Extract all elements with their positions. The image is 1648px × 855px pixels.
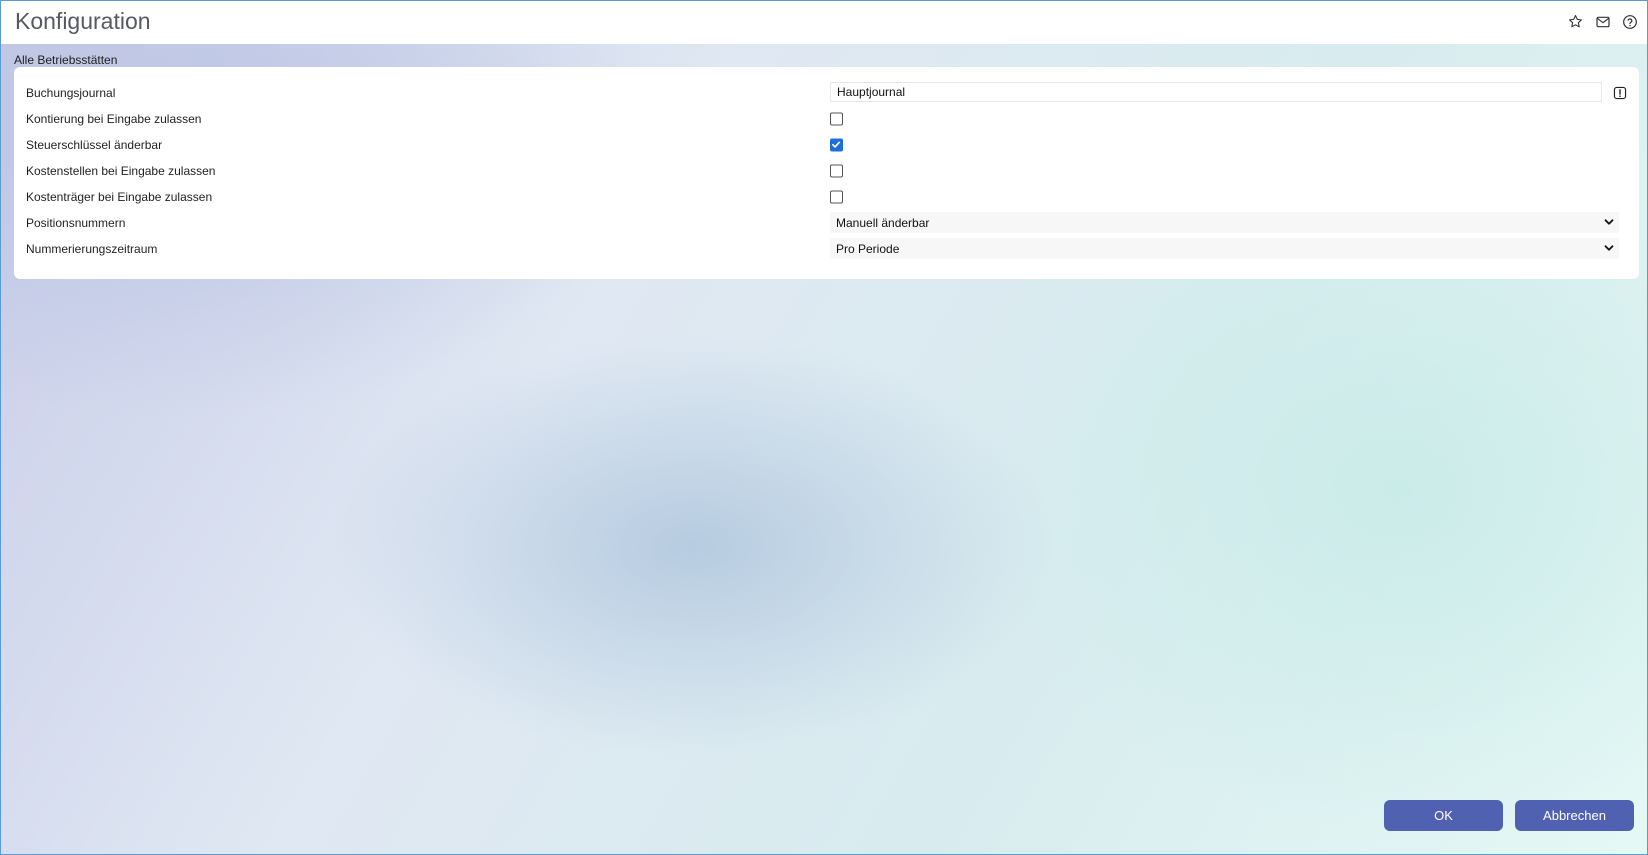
star-icon[interactable] [1566,12,1585,31]
kostenstellen-checkbox[interactable] [830,164,843,177]
row-steuerschluessel: Steuerschlüssel änderbar [14,131,1639,158]
kostentraeger-checkbox[interactable] [830,190,843,203]
ok-button[interactable]: OK [1384,800,1503,831]
section-label: Alle Betriebsstätten [14,53,118,67]
row-buchungsjournal: Buchungsjournal [14,79,1639,106]
buchungsjournal-input[interactable] [830,82,1602,102]
row-positionsnummern: Positionsnummern Manuell änderbar [14,209,1639,236]
positionsnummern-value: Manuell änderbar [836,215,930,230]
kostenstellen-label: Kostenstellen bei Eingabe zulassen [26,163,216,178]
config-panel: Buchungsjournal Kontierung bei Eingabe z… [14,67,1639,279]
positionsnummern-label: Positionsnummern [26,215,126,230]
row-kontierung: Kontierung bei Eingabe zulassen [14,105,1639,132]
chevron-down-icon [1604,245,1614,251]
row-kostenstellen: Kostenstellen bei Eingabe zulassen [14,157,1639,184]
kontierung-label: Kontierung bei Eingabe zulassen [26,111,202,126]
steuerschluessel-checkbox[interactable] [830,138,843,151]
nummerierungszeitraum-value: Pro Periode [836,241,900,256]
row-nummerierungszeitraum: Nummerierungszeitraum Pro Periode [14,235,1639,262]
window-frame: Konfiguration Alle Betriebsstätten Buchu… [0,0,1648,855]
steuerschluessel-label: Steuerschlüssel änderbar [26,137,163,152]
cancel-button[interactable]: Abbrechen [1515,800,1634,831]
buchungsjournal-label: Buchungsjournal [26,85,116,100]
header: Konfiguration [1,1,1647,44]
page-title: Konfiguration [15,8,151,34]
chevron-down-icon [1604,219,1614,225]
header-icons [1566,12,1639,31]
kostentraeger-label: Kostenträger bei Eingabe zulassen [26,189,213,204]
row-kostentraeger: Kostenträger bei Eingabe zulassen [14,183,1639,210]
journal-info-icon[interactable] [1612,85,1627,100]
help-icon[interactable] [1620,12,1639,31]
kontierung-checkbox[interactable] [830,112,843,125]
positionsnummern-select[interactable]: Manuell änderbar [830,212,1619,233]
nummerierungszeitraum-label: Nummerierungszeitraum [26,241,158,256]
nummerierungszeitraum-select[interactable]: Pro Periode [830,238,1619,259]
mail-icon[interactable] [1593,12,1612,31]
checkmark-icon [832,141,841,148]
